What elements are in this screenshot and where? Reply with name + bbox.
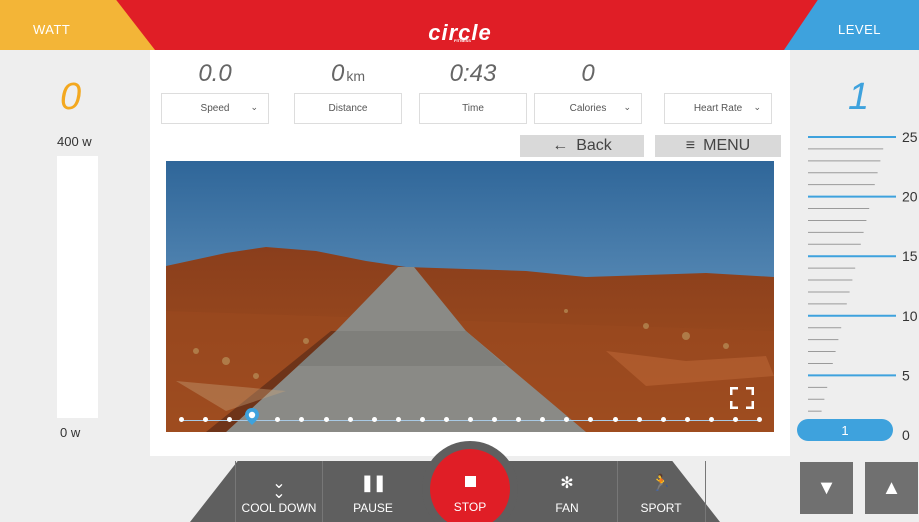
route-progress-dot — [684, 417, 690, 422]
stop-button[interactable]: STOP — [430, 449, 510, 522]
metric-time-label: Time — [462, 103, 484, 114]
pause-button[interactable]: ❚❚ PAUSE — [330, 461, 416, 522]
control-divider — [705, 461, 706, 522]
app-screen: WATT LEVEL circle FITNESS 0 400 w 0 w 0.0… — [0, 0, 919, 522]
level-scale-label: 0 — [902, 427, 910, 443]
fan-button[interactable]: ✻ FAN — [524, 461, 610, 522]
metric-distance: 0 km Distance — [283, 60, 413, 124]
control-divider — [322, 461, 323, 522]
menu-button[interactable]: ≡ MENU — [655, 135, 781, 157]
chevron-down-icon: ⌄ — [753, 102, 761, 112]
metric-calories-select[interactable]: Calories ⌄ — [534, 93, 642, 124]
metric-speed: 0.0 Speed ⌄ — [150, 60, 280, 124]
sport-button[interactable]: 🏃 SPORT — [617, 461, 705, 522]
level-scale-label: 25 — [902, 129, 918, 145]
route-progress-dot — [636, 417, 642, 422]
watt-bar — [57, 156, 98, 418]
watt-max-label: 400 w — [57, 134, 92, 149]
metric-heart-rate: Heart Rate ⌄ — [653, 60, 783, 124]
route-progress-dot — [660, 417, 666, 422]
level-tab-label: LEVEL — [838, 22, 881, 37]
metric-distance-box: Distance — [294, 93, 402, 124]
pause-label: PAUSE — [353, 501, 393, 515]
brand-logo: circle FITNESS — [420, 20, 500, 45]
level-scale: 25 20 15 10 5 0 — [808, 129, 918, 443]
fullscreen-icon[interactable] — [730, 387, 754, 409]
route-progress-dot — [323, 417, 329, 422]
level-scale-label: 15 — [902, 248, 918, 264]
metric-speed-label: Speed — [200, 103, 230, 114]
route-progress-dot — [757, 417, 762, 422]
metric-calories-value: 0 — [581, 60, 595, 87]
level-value: 1 — [848, 76, 870, 118]
cool-down-button[interactable]: ⌄ ⌄ COOL DOWN — [236, 461, 322, 522]
route-progress-dot — [443, 417, 449, 422]
route-scenery — [166, 161, 774, 432]
level-scale-label: 10 — [902, 308, 918, 324]
level-scale-label: 20 — [902, 189, 918, 205]
metric-time: 0:43 Time — [408, 60, 538, 124]
pause-icon: ❚❚ — [360, 475, 387, 492]
back-button-label: Back — [576, 137, 612, 154]
back-button[interactable]: ← Back — [520, 135, 644, 157]
metric-time-box: Time — [419, 93, 527, 124]
fan-icon: ✻ — [560, 475, 574, 492]
metric-distance-value: 0 — [330, 60, 345, 87]
hamburger-icon: ≡ — [685, 137, 696, 154]
metric-time-value: 0:43 — [449, 60, 497, 87]
metric-heart-rate-label: Heart Rate — [693, 103, 743, 114]
chevrons-down-icon: ⌄ ⌄ — [272, 475, 286, 502]
watt-value: 0 — [60, 76, 82, 118]
route-progress-dot — [179, 417, 184, 422]
workout-panel: 0.0 Speed ⌄ 0 km Distance 0:43 Time 0 Calo… — [150, 50, 790, 456]
metric-speed-value: 0.0 — [198, 60, 232, 87]
watt-tab-label: WATT — [33, 22, 71, 37]
route-progress-dot — [395, 417, 401, 422]
route-video[interactable] — [166, 161, 774, 432]
triangle-up-icon: ▲ — [881, 476, 902, 499]
route-progress-dot — [419, 417, 425, 422]
running-icon: 🏃 — [651, 475, 671, 492]
fan-label: FAN — [555, 501, 579, 515]
stop-square-icon — [464, 476, 476, 487]
level-up-button[interactable]: ▲ — [865, 462, 918, 514]
location-pin-icon[interactable] — [245, 408, 259, 425]
arrow-left-icon: ← — [552, 137, 569, 154]
cool-down-label: COOL DOWN — [241, 501, 317, 515]
route-progress-dot — [468, 417, 473, 422]
route-progress-dot — [347, 417, 353, 422]
level-scale-label: 5 — [902, 367, 910, 383]
metric-heart-rate-select[interactable]: Heart Rate ⌄ — [664, 93, 772, 124]
chevron-down-icon: ⌄ — [623, 102, 631, 112]
triangle-down-icon: ▼ — [816, 476, 837, 499]
sport-label: SPORT — [640, 501, 682, 515]
route-progress-dot — [612, 417, 618, 422]
metric-calories-label: Calories — [569, 103, 607, 114]
stop-label: STOP — [453, 500, 487, 514]
route-progress-dot — [371, 417, 377, 422]
watt-min-label: 0 w — [60, 425, 81, 440]
metric-speed-select[interactable]: Speed ⌄ — [161, 93, 269, 124]
route-progress-dot — [732, 417, 738, 422]
menu-button-label: MENU — [703, 137, 751, 154]
brand-logo-sub: FITNESS — [454, 38, 471, 43]
metric-calories: 0 Calories ⌄ — [523, 60, 653, 124]
metric-distance-label: Distance — [328, 103, 368, 114]
level-down-button[interactable]: ▼ — [800, 462, 853, 514]
chevron-down-icon: ⌄ — [250, 102, 258, 112]
metric-distance-unit: km — [346, 68, 366, 84]
route-progress-dot — [708, 417, 714, 422]
level-current-badge: 1 — [797, 419, 893, 441]
